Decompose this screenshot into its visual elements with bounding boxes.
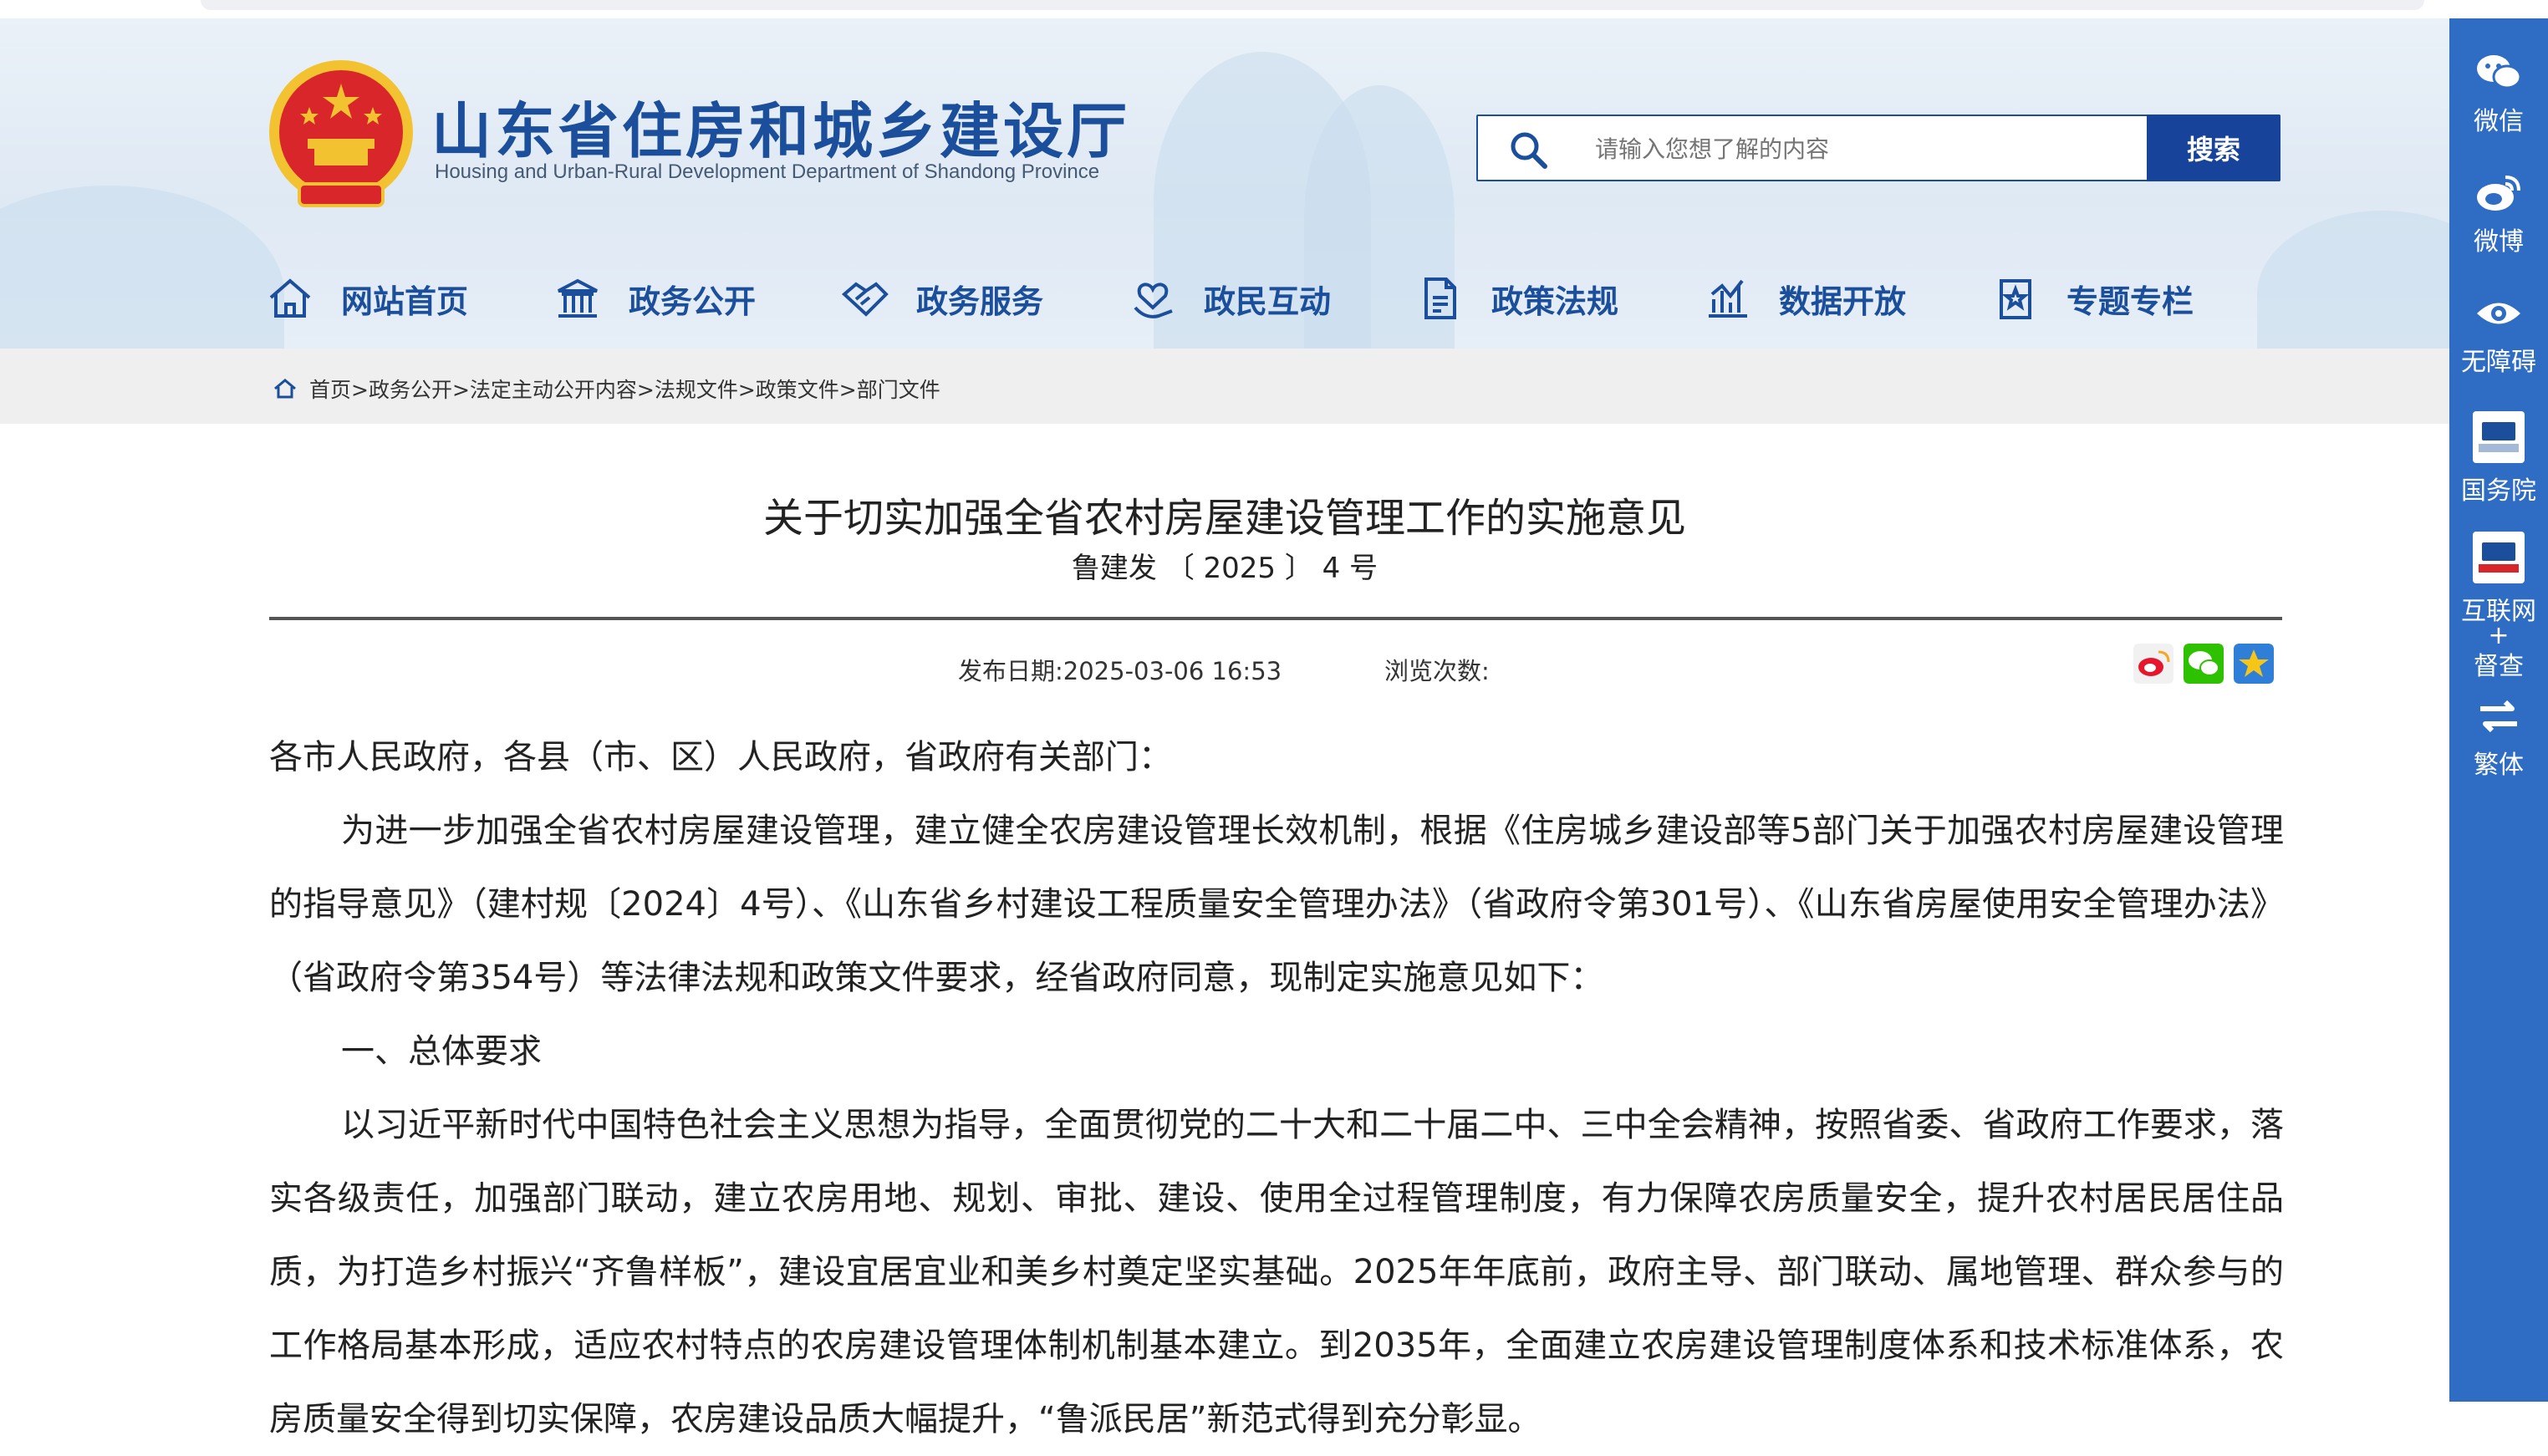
wechat-icon xyxy=(2477,55,2522,89)
sidebar-label-line2: + xyxy=(2488,621,2510,650)
government-building-icon xyxy=(558,278,598,318)
mountain-decoration xyxy=(0,186,284,349)
national-emblem-icon xyxy=(269,60,413,207)
sidebar-item-state-council[interactable]: 国务院 xyxy=(2449,411,2548,507)
star-document-icon xyxy=(2000,279,2031,319)
document-icon xyxy=(1424,277,1456,319)
nav-item-gov-affairs[interactable]: 政务公开 xyxy=(553,269,841,328)
views-count: 浏览次数: xyxy=(1384,657,1490,685)
sidebar-label: 无障碍 xyxy=(2461,348,2536,377)
breadcrumb: 首页>政务公开>法定主动公开内容>法规文件>政策文件>部门文件 xyxy=(273,374,940,404)
search-box: 搜索 xyxy=(1476,115,2280,181)
sidebar-label: 国务院 xyxy=(2461,476,2536,506)
sidebar-item-accessibility[interactable]: 无障碍 xyxy=(2449,291,2548,378)
paragraph: 为进一步加强全省农村房屋建设管理，建立健全农房建设管理长效机制，根据《住房城乡建… xyxy=(269,812,2284,997)
nav-label: 政民互动 xyxy=(1204,283,1332,320)
sidebar-label: 微信 xyxy=(2474,107,2524,136)
main-nav: 网站首页 政务公开 政务服务 政民互动 政策法规 数据开放 专题专栏 xyxy=(266,269,2289,328)
switch-arrows-icon xyxy=(2480,700,2517,733)
site-subtitle: Housing and Urban-Rural Development Depa… xyxy=(435,160,1100,183)
article-body: 各市人民政府，各县（市、区）人民政府，省政府有关部门： 为进一步加强全省农村房屋… xyxy=(269,720,2284,1456)
nav-label: 政策法规 xyxy=(1491,283,1619,320)
nav-label: 政务公开 xyxy=(629,283,757,320)
search-icon[interactable] xyxy=(1508,130,1548,170)
heart-hand-icon xyxy=(1134,283,1173,318)
favorite-star-icon[interactable] xyxy=(2234,644,2274,684)
salutation: 各市人民政府，各县（市、区）人民政府，省政府有关部门： xyxy=(269,738,1172,776)
section-heading: 一、总体要求 xyxy=(341,1032,542,1071)
weibo-icon xyxy=(2477,176,2520,211)
weibo-share-icon[interactable] xyxy=(2133,644,2173,684)
title-divider xyxy=(269,617,2282,620)
handshake-icon xyxy=(841,282,889,317)
top-pill xyxy=(201,0,2424,10)
wechat-share-icon[interactable] xyxy=(2184,644,2224,684)
nav-label: 网站首页 xyxy=(341,283,469,320)
site-title: 山东省住房和城乡建设厅 xyxy=(431,95,1131,166)
sidebar-label-line3: 督查 xyxy=(2474,652,2524,681)
sidebar-label: 微博 xyxy=(2474,227,2524,257)
nav-item-policy[interactable]: 政策法规 xyxy=(1416,269,1704,328)
document-number: 鲁建发 〔 2025 〕 4 号 xyxy=(1071,552,1378,585)
article-title: 关于切实加强全省农村房屋建设管理工作的实施意见 xyxy=(762,495,1686,542)
sidebar-item-wechat[interactable]: 微信 xyxy=(2449,50,2548,137)
search-button[interactable]: 搜索 xyxy=(2147,115,2280,181)
sidebar-item-supervision[interactable]: 互联网 + 督查 xyxy=(2449,532,2548,682)
internet-supervision-icon xyxy=(2473,532,2525,583)
nav-item-home[interactable]: 网站首页 xyxy=(266,269,553,328)
state-council-icon xyxy=(2473,411,2525,463)
breadcrumb-text[interactable]: 首页>政务公开>法定主动公开内容>法规文件>政策文件>部门文件 xyxy=(309,374,940,404)
right-sidebar: 微信 微博 无障碍 国务院 互联网 + 督查 繁体 xyxy=(2449,18,2548,1402)
site-header: 山东省住房和城乡建设厅 Housing and Urban-Rural Deve… xyxy=(0,18,2449,349)
eye-icon xyxy=(2477,303,2520,324)
paragraph: 以习近平新时代中国特色社会主义思想为指导，全面贯彻党的二十大和二十届二中、三中全… xyxy=(269,1106,2284,1438)
nav-label: 政务服务 xyxy=(916,283,1044,320)
nav-item-topics[interactable]: 专题专栏 xyxy=(1991,269,2279,328)
search-input[interactable] xyxy=(1595,126,2122,171)
home-icon xyxy=(274,379,296,399)
sidebar-item-traditional[interactable]: 繁体 xyxy=(2449,694,2548,781)
home-icon xyxy=(269,278,311,318)
publish-date: 发布日期:2025-03-06 16:53 xyxy=(958,657,1282,685)
nav-label: 专题专栏 xyxy=(2066,283,2194,320)
nav-item-data[interactable]: 数据开放 xyxy=(1704,269,1991,328)
nav-label: 数据开放 xyxy=(1779,283,1907,320)
top-strip xyxy=(0,0,2449,18)
nav-item-services[interactable]: 政务服务 xyxy=(841,269,1129,328)
sidebar-item-weibo[interactable]: 微博 xyxy=(2449,171,2548,257)
nav-item-interaction[interactable]: 政民互动 xyxy=(1129,269,1416,328)
bar-chart-icon xyxy=(1709,279,1747,318)
sidebar-label: 繁体 xyxy=(2474,751,2524,780)
breadcrumb-bar: 首页>政务公开>法定主动公开内容>法规文件>政策文件>部门文件 xyxy=(0,349,2449,424)
